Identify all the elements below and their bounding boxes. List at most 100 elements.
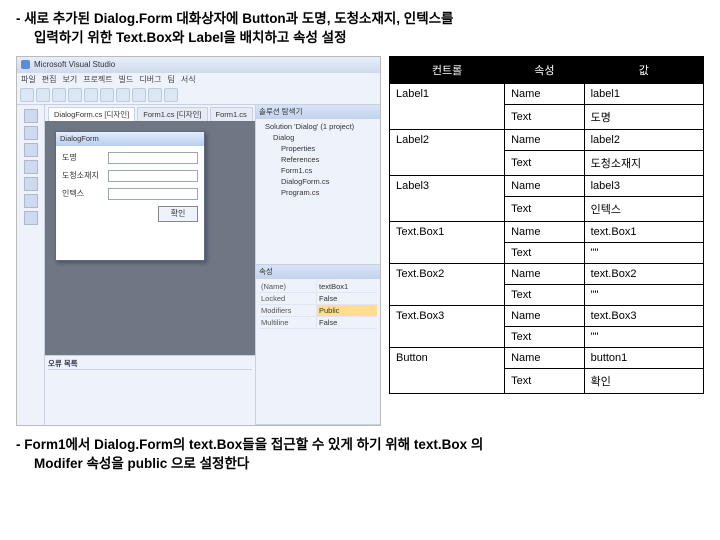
textbox3[interactable] bbox=[108, 188, 198, 200]
prop-name: Multiline bbox=[259, 317, 317, 328]
cell-value: "" bbox=[584, 242, 703, 263]
table-row: Label3Namelabel3 bbox=[390, 175, 704, 196]
tree-dialogform[interactable]: DialogForm.cs bbox=[259, 176, 377, 187]
prop-value[interactable]: Public bbox=[317, 305, 377, 316]
toolbar-button[interactable] bbox=[84, 88, 98, 102]
col-control: 컨트롤 bbox=[390, 56, 505, 83]
prop-value[interactable]: False bbox=[317, 293, 377, 304]
prop-name: (Name) bbox=[259, 281, 317, 292]
cell-value: text.Box2 bbox=[584, 263, 703, 284]
vs-logo-icon bbox=[21, 60, 30, 69]
property-grid-row[interactable]: (Name)textBox1 bbox=[259, 281, 377, 293]
menu-edit[interactable]: 편집 bbox=[42, 74, 57, 85]
property-grid-row[interactable]: MultilineFalse bbox=[259, 317, 377, 329]
textbox2[interactable] bbox=[108, 170, 198, 182]
menu-file[interactable]: 파일 bbox=[21, 74, 36, 85]
menu-team[interactable]: 팀 bbox=[167, 74, 174, 85]
toolbar-button[interactable] bbox=[68, 88, 82, 102]
error-list-title: 오류 목록 bbox=[48, 358, 252, 370]
vs-toolbox bbox=[17, 105, 45, 425]
visual-studio-screenshot: Microsoft Visual Studio 파일 편집 보기 프로젝트 빌드… bbox=[16, 56, 381, 426]
cell-property: Name bbox=[505, 263, 584, 284]
cell-control: Button bbox=[390, 347, 505, 393]
cell-property: Text bbox=[505, 150, 584, 175]
tab-label: Form1.cs bbox=[216, 110, 247, 119]
cell-value: "" bbox=[584, 284, 703, 305]
property-grid-row[interactable]: ModifiersPublic bbox=[259, 305, 377, 317]
prop-value[interactable]: False bbox=[317, 317, 377, 328]
cell-value: 인텍스 bbox=[584, 196, 703, 221]
toolbox-item-icon[interactable] bbox=[24, 211, 38, 225]
solution-explorer: 솔루션 탐색기 Solution 'Dialog' (1 project) Di… bbox=[256, 105, 380, 265]
menu-debug[interactable]: 디버그 bbox=[139, 74, 161, 85]
label2[interactable]: 도청소재지 bbox=[62, 170, 104, 181]
tab-dialogform-design[interactable]: DialogForm.cs [디자인] bbox=[48, 107, 135, 121]
cell-value: label1 bbox=[584, 83, 703, 104]
cell-control: Label3 bbox=[390, 175, 505, 221]
tree-properties[interactable]: Properties bbox=[259, 143, 377, 154]
cell-property: Text bbox=[505, 104, 584, 129]
toolbar-button[interactable] bbox=[52, 88, 66, 102]
toolbar-button[interactable] bbox=[116, 88, 130, 102]
cell-property: Text bbox=[505, 326, 584, 347]
cell-property: Text bbox=[505, 242, 584, 263]
cell-property: Text bbox=[505, 196, 584, 221]
menu-project[interactable]: 프로젝트 bbox=[83, 74, 112, 85]
toolbar-button[interactable] bbox=[132, 88, 146, 102]
error-list-panel: 오류 목록 bbox=[45, 355, 255, 425]
cell-control: Text.Box1 bbox=[390, 221, 505, 263]
dialog-form-window[interactable]: DialogForm 도명 도청소재지 인텍스 bbox=[55, 131, 205, 261]
toolbar-button[interactable] bbox=[100, 88, 114, 102]
cell-property: Name bbox=[505, 83, 584, 104]
tab-label: Form1.cs [디자인] bbox=[143, 109, 201, 120]
table-row: Text.Box2Nametext.Box2 bbox=[390, 263, 704, 284]
vs-toolbar bbox=[17, 87, 380, 105]
label3[interactable]: 인텍스 bbox=[62, 188, 104, 199]
cell-property: Name bbox=[505, 129, 584, 150]
toolbox-item-icon[interactable] bbox=[24, 126, 38, 140]
table-row: Text.Box1Nametext.Box1 bbox=[390, 221, 704, 242]
cell-value: "" bbox=[584, 326, 703, 347]
toolbar-button[interactable] bbox=[20, 88, 34, 102]
vs-menubar: 파일 편집 보기 프로젝트 빌드 디버그 팀 서식 bbox=[17, 73, 380, 87]
toolbox-item-icon[interactable] bbox=[24, 194, 38, 208]
tree-form1[interactable]: Form1.cs bbox=[259, 165, 377, 176]
tab-form1-design[interactable]: Form1.cs [디자인] bbox=[137, 107, 207, 121]
tab-form1-code[interactable]: Form1.cs bbox=[210, 107, 253, 121]
tree-program[interactable]: Program.cs bbox=[259, 187, 377, 198]
cell-property: Name bbox=[505, 175, 584, 196]
toolbox-item-icon[interactable] bbox=[24, 143, 38, 157]
tree-project[interactable]: Dialog bbox=[259, 132, 377, 143]
cell-property: Name bbox=[505, 221, 584, 242]
tree-solution[interactable]: Solution 'Dialog' (1 project) bbox=[259, 121, 377, 132]
desc-line1: - 새로 추가된 Dialog.Form 대화상자에 Button과 도명, 도… bbox=[16, 11, 453, 26]
cell-control: Text.Box3 bbox=[390, 305, 505, 347]
cell-value: label3 bbox=[584, 175, 703, 196]
table-row: ButtonNamebutton1 bbox=[390, 347, 704, 368]
label1[interactable]: 도명 bbox=[62, 152, 104, 163]
prop-value[interactable]: textBox1 bbox=[317, 281, 377, 292]
cell-value: 확인 bbox=[584, 368, 703, 393]
menu-format[interactable]: 서식 bbox=[181, 74, 196, 85]
toolbar-button[interactable] bbox=[164, 88, 178, 102]
toolbar-button[interactable] bbox=[148, 88, 162, 102]
toolbox-item-icon[interactable] bbox=[24, 160, 38, 174]
cell-control: Label1 bbox=[390, 83, 505, 129]
properties-title: 속성 bbox=[256, 265, 380, 279]
menu-view[interactable]: 보기 bbox=[62, 74, 77, 85]
bottom-note: - Form1에서 Dialog.Form의 text.Box들을 접근할 수 … bbox=[16, 436, 704, 474]
property-grid-row[interactable]: LockedFalse bbox=[259, 293, 377, 305]
instruction-text: - 새로 추가된 Dialog.Form 대화상자에 Button과 도명, 도… bbox=[16, 10, 704, 48]
toolbar-button[interactable] bbox=[36, 88, 50, 102]
toolbox-item-icon[interactable] bbox=[24, 109, 38, 123]
cell-property: Text bbox=[505, 284, 584, 305]
vs-titlebar: Microsoft Visual Studio bbox=[17, 57, 380, 73]
confirm-button[interactable]: 확인 bbox=[158, 206, 198, 222]
toolbox-item-icon[interactable] bbox=[24, 177, 38, 191]
designer-surface[interactable]: DialogForm 도명 도청소재지 인텍스 bbox=[45, 121, 255, 355]
bottom-line2: Modifer 속성을 public 으로 설정한다 bbox=[34, 456, 249, 471]
textbox1[interactable] bbox=[108, 152, 198, 164]
dialog-form-title: DialogForm bbox=[56, 132, 204, 146]
tree-references[interactable]: References bbox=[259, 154, 377, 165]
menu-build[interactable]: 빌드 bbox=[119, 74, 134, 85]
